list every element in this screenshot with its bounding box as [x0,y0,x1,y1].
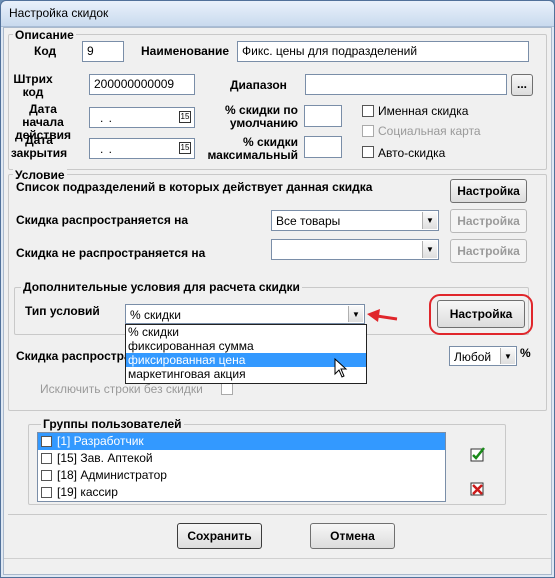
range-browse-button[interactable]: ... [511,74,533,96]
additional-conditions-legend: Дополнительные условия для расчета скидк… [21,280,302,294]
applies-to-value: Все товары [276,214,341,228]
not-applies-select[interactable]: ▼ [271,239,439,260]
code-label: Код [34,44,57,58]
exclude-rows-checkbox [221,383,233,395]
condition-type-value: % скидки [130,308,181,322]
user-groups-legend: Группы пользователей [41,417,184,431]
discount-settings-window: Настройка скидок Описание Код 9 Наименов… [0,0,555,578]
list-item-label: [18] Администратор [57,468,167,482]
list-item-checkbox[interactable] [41,470,52,481]
default-percent-input[interactable] [304,105,342,127]
mouse-cursor-icon [334,358,348,378]
dropdown-arrow-icon[interactable]: ▼ [500,348,515,364]
condition-type-label: Тип условий [25,304,100,318]
list-item-label: [19] кассир [57,485,118,499]
dialog-client-area: Описание Код 9 Наименование Фикс. цены д… [3,27,552,575]
list-item[interactable]: [1] Разработчик [38,433,445,450]
dropdown-option-highlighted[interactable]: фиксированная цена [126,353,366,367]
dropdown-option[interactable]: % скидки [126,325,366,339]
name-input[interactable]: Фикс. цены для подразделений [237,41,529,62]
list-item-checkbox[interactable] [41,436,52,447]
condition-type-select[interactable]: % скидки ▼ [125,304,365,324]
calendar-icon[interactable]: 15 [179,142,191,154]
range-input[interactable] [305,74,507,95]
named-discount-checkbox[interactable] [362,105,374,117]
status-bar [4,558,551,574]
max-percent-label: % скидки максимальный [207,135,298,162]
applies-to-select[interactable]: Все товары ▼ [271,210,439,231]
title-bar: Настройка скидок [1,1,554,27]
name-label: Наименование [141,44,230,58]
start-date-input[interactable]: . . 15 [89,107,195,128]
dropdown-arrow-icon[interactable]: ▼ [348,306,363,322]
extends-select[interactable]: Любой ▼ [449,346,517,366]
dropdown-arrow-icon[interactable]: ▼ [422,241,437,258]
end-date-input[interactable]: . . 15 [89,138,195,159]
auto-discount-checkbox[interactable] [362,146,374,158]
max-percent-input[interactable] [304,136,342,158]
condition-type-dropdown-list[interactable]: % скидки фиксированная сумма фиксированн… [125,324,367,384]
applies-to-settings-button: Настройка [450,209,527,233]
percent-sign: % [520,346,531,360]
check-all-icon[interactable] [470,446,486,462]
dropdown-option[interactable]: фиксированная сумма [126,339,366,353]
not-applies-settings-button: Настройка [450,239,527,263]
default-percent-label: % скидки по умолчанию [225,103,298,130]
barcode-input[interactable]: 200000000009 [89,74,195,95]
red-arrow-annotation [367,309,398,322]
departments-label: Список подразделений в которых действует… [16,180,373,194]
list-item[interactable]: [19] кассир [38,484,445,501]
list-item-checkbox[interactable] [41,453,52,464]
calendar-icon[interactable]: 15 [179,111,191,123]
dropdown-option[interactable]: маркетинговая акция [126,367,366,381]
user-groups-list[interactable]: [1] Разработчик [15] Зав. Аптекой [18] А… [37,432,446,502]
end-date-value: . . [100,142,114,156]
list-item-label: [1] Разработчик [57,434,144,448]
social-card-label: Социальная карта [378,124,481,138]
code-input[interactable]: 9 [82,41,124,62]
list-item[interactable]: [18] Администратор [38,467,445,484]
social-card-checkbox [362,125,374,137]
applies-to-label: Скидка распространяется на [16,213,189,227]
cancel-button[interactable]: Отмена [310,523,395,549]
named-discount-label: Именная скидка [378,104,469,118]
departments-settings-button[interactable]: Настройка [450,179,527,203]
description-legend: Описание [13,28,76,42]
end-date-label: Дата закрытия [10,133,68,160]
barcode-label: Штрих код [13,72,53,99]
auto-discount-label: Авто-скидка [378,146,446,160]
list-item-checkbox[interactable] [41,487,52,498]
save-button[interactable]: Сохранить [177,523,262,549]
separator [8,514,547,515]
exclude-rows-label: Исключить строки без скидки [40,382,203,396]
range-label: Диапазон [230,78,287,92]
uncheck-all-icon[interactable] [470,480,486,496]
list-item[interactable]: [15] Зав. Аптекой [38,450,445,467]
condition-type-settings-button[interactable]: Настройка [437,300,525,328]
list-item-label: [15] Зав. Аптекой [57,451,153,465]
start-date-value: . . [100,111,114,125]
extends-value: Любой [454,350,492,364]
window-title: Настройка скидок [9,6,109,20]
not-applies-label: Скидка не распространяется на [16,246,206,260]
dropdown-arrow-icon[interactable]: ▼ [422,212,437,229]
